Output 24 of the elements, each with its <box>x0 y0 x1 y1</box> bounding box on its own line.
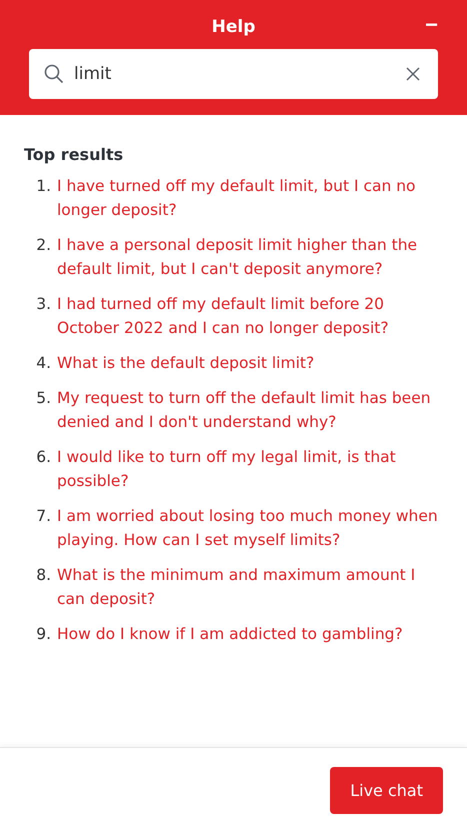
list-number: 8. <box>35 565 51 586</box>
results-heading: Top results <box>24 145 124 164</box>
result-link[interactable]: My request to turn off the default limit has been denied and I don't understand why? <box>57 386 443 434</box>
live-chat-button[interactable]: Live chat <box>330 766 443 814</box>
list-number: 2. <box>35 235 51 256</box>
list-number: 5. <box>35 388 51 409</box>
result-link[interactable]: I had turned off my default limit before 20 October 2022 and I can no longer deposit? <box>57 292 443 340</box>
result-link[interactable]: I would like to turn off my legal limit, is that possible? <box>57 445 443 493</box>
list-number: 3. <box>35 294 51 315</box>
result-link[interactable]: How do I know if I am addicted to gambling? <box>57 622 403 646</box>
list-number: 7. <box>35 506 51 527</box>
list-number: 9. <box>35 624 51 645</box>
result-link[interactable]: I am worried about losing too much money when playing. How can I set myself limits? <box>57 504 443 552</box>
minimize-button[interactable]: − <box>423 12 440 38</box>
clear-icon[interactable] <box>406 67 420 81</box>
list-number: 1. <box>35 176 51 197</box>
result-link[interactable]: What is the default deposit limit? <box>57 351 314 375</box>
panel-title: Help <box>212 17 256 37</box>
search-field[interactable]: limit <box>29 49 438 99</box>
result-link[interactable]: What is the minimum and maximum amount I can deposit? <box>57 563 443 611</box>
result-link[interactable]: I have a personal deposit limit higher than the default limit, but I can't deposit anymore? <box>57 233 443 281</box>
result-link[interactable]: I have turned off my default limit, but I can no longer deposit? <box>57 174 443 222</box>
list-number: 6. <box>35 447 51 468</box>
list-number: 4. <box>35 353 51 374</box>
